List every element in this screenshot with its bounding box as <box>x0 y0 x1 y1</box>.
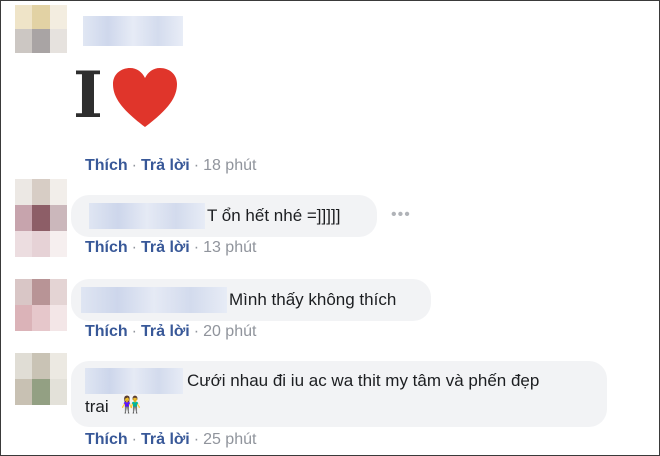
comment-text-line1: Cưới nhau đi iu ac wa thit my tâm và phế… <box>187 371 540 390</box>
timestamp[interactable]: 25 phút <box>203 431 256 448</box>
like-link[interactable]: Thích <box>85 431 128 448</box>
commenter-name[interactable] <box>85 368 183 394</box>
comment-thread: I Thích · Trả lời · 18 phút T ổn hết nhé =]]… <box>0 0 660 456</box>
reply-link[interactable]: Trả lời <box>141 431 190 448</box>
comment-text-line2: trai <box>85 397 109 416</box>
couple-emoji-icon: 👫 <box>121 397 141 414</box>
avatar[interactable] <box>15 353 67 407</box>
comment-actions: Thích · Trả lời · 25 phút <box>85 431 257 448</box>
comment-bubble: Cưới nhau đi iu ac wa thit my tâm và phế… <box>71 361 607 427</box>
comment-4: Cưới nhau đi iu ac wa thit my tâm và phế… <box>1 1 659 455</box>
